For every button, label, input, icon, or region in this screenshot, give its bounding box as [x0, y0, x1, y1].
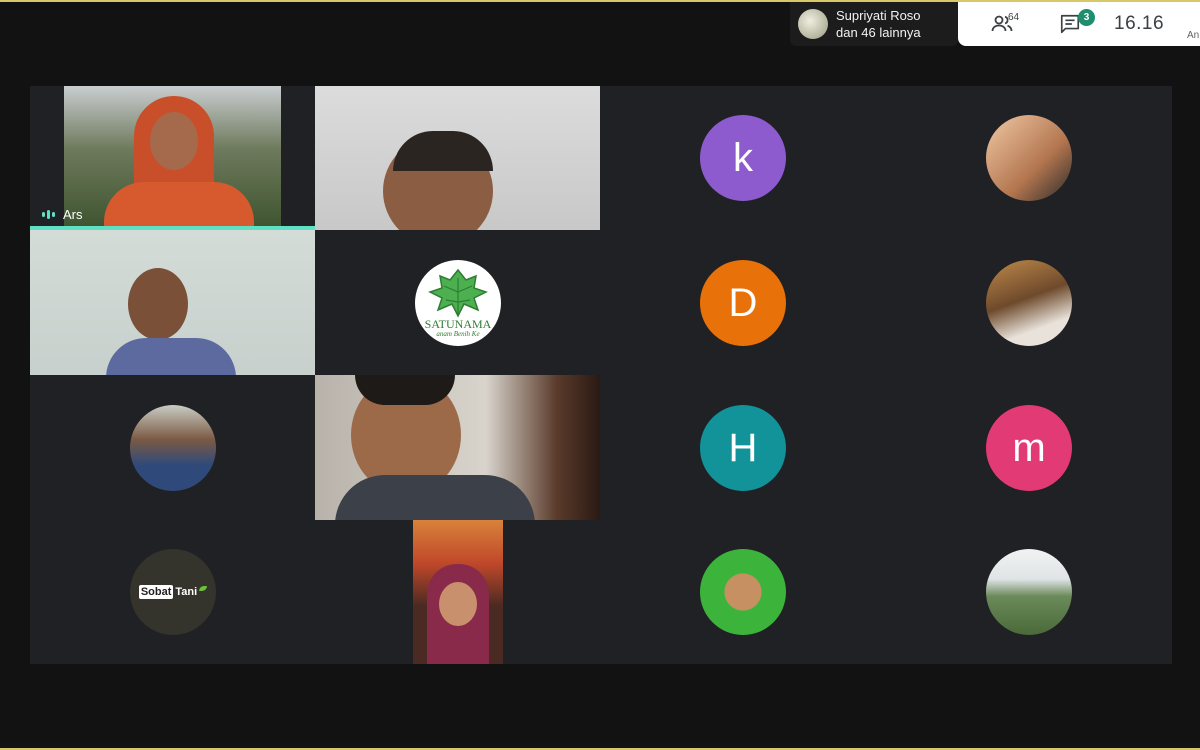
- speaking-indicator-icon: [42, 210, 55, 219]
- leaf-icon: [199, 585, 208, 591]
- satunama-logo-text: SATUNAMA: [424, 317, 492, 331]
- participant-avatar: [130, 405, 216, 491]
- participant-avatar: m: [986, 405, 1072, 491]
- participant-tile-m[interactable]: m: [886, 375, 1172, 520]
- participant-tile-k[interactable]: k: [600, 86, 886, 230]
- participant-tile-sobat-tani[interactable]: Sobat Tani: [30, 520, 315, 664]
- participant-video: [30, 230, 315, 375]
- participant-tile-arsi[interactable]: Ars: [30, 86, 315, 230]
- people-count: 64: [1008, 12, 1020, 23]
- participant-tile-photo-9[interactable]: [30, 375, 315, 520]
- sobat-word: Sobat: [138, 585, 174, 599]
- participant-tile-video-10[interactable]: [315, 375, 600, 520]
- chat-badge: 3: [1078, 9, 1095, 26]
- avatar-letter: k: [733, 135, 753, 180]
- avatar-letter: m: [1012, 425, 1046, 470]
- participant-video: [315, 375, 600, 520]
- participant-avatar: D: [700, 260, 786, 346]
- sobat-tani-logo: Sobat Tani: [138, 585, 208, 599]
- participant-tile-video-2[interactable]: [315, 86, 600, 230]
- presenter-avatar: [798, 9, 828, 39]
- avatar-letter: H: [728, 425, 758, 470]
- participant-name-tag: Ars: [42, 207, 83, 222]
- participant-tile-photo-4[interactable]: [886, 86, 1172, 230]
- participant-avatar: SATUNAMA anam Benih Ke: [415, 260, 501, 346]
- leaf-logo-icon: [428, 268, 488, 318]
- participant-tile-h[interactable]: H: [600, 375, 886, 520]
- participant-avatar: k: [700, 115, 786, 201]
- participant-tile-photo-8[interactable]: [886, 230, 1172, 375]
- truncated-label: An: [1187, 30, 1200, 41]
- tani-word: Tani: [175, 586, 198, 598]
- participant-tile-video-14[interactable]: [315, 520, 600, 664]
- meeting-top-bar: 64 3 16.16 An: [958, 2, 1200, 46]
- people-button[interactable]: 64: [978, 6, 1026, 42]
- satunama-logo-subtext: anam Benih Ke: [436, 330, 480, 338]
- participant-avatar: [700, 549, 786, 635]
- participant-tile-video-5[interactable]: [30, 230, 315, 375]
- participant-video: [64, 86, 281, 226]
- presenter-name: Supriyati Roso: [836, 8, 921, 23]
- participant-avatar: [986, 549, 1072, 635]
- avatar-letter: D: [728, 280, 758, 325]
- participant-tile-d[interactable]: D: [600, 230, 886, 375]
- chat-button[interactable]: 3: [1046, 6, 1095, 42]
- participants-grid: Ars k SATUNAMA anam Benih Ke D H m Sobat…: [30, 86, 1172, 664]
- participant-tile-photo-16[interactable]: [886, 520, 1172, 664]
- participant-avatar: [986, 260, 1072, 346]
- participant-avatar: [986, 115, 1072, 201]
- participant-avatar: H: [700, 405, 786, 491]
- participant-video: [315, 86, 600, 230]
- participant-video: [413, 520, 503, 664]
- presenter-others: dan 46 lainnya: [836, 25, 921, 40]
- clock: 16.16: [1114, 13, 1165, 34]
- participant-avatar: Sobat Tani: [130, 549, 216, 635]
- presenter-chip[interactable]: Supriyati Roso dan 46 lainnya: [790, 2, 958, 46]
- participant-tile-satunama[interactable]: SATUNAMA anam Benih Ke: [315, 230, 600, 375]
- participant-tile-photo-15[interactable]: [600, 520, 886, 664]
- presenter-text: Supriyati Roso dan 46 lainnya: [836, 7, 921, 41]
- participant-name: Ars: [63, 207, 83, 222]
